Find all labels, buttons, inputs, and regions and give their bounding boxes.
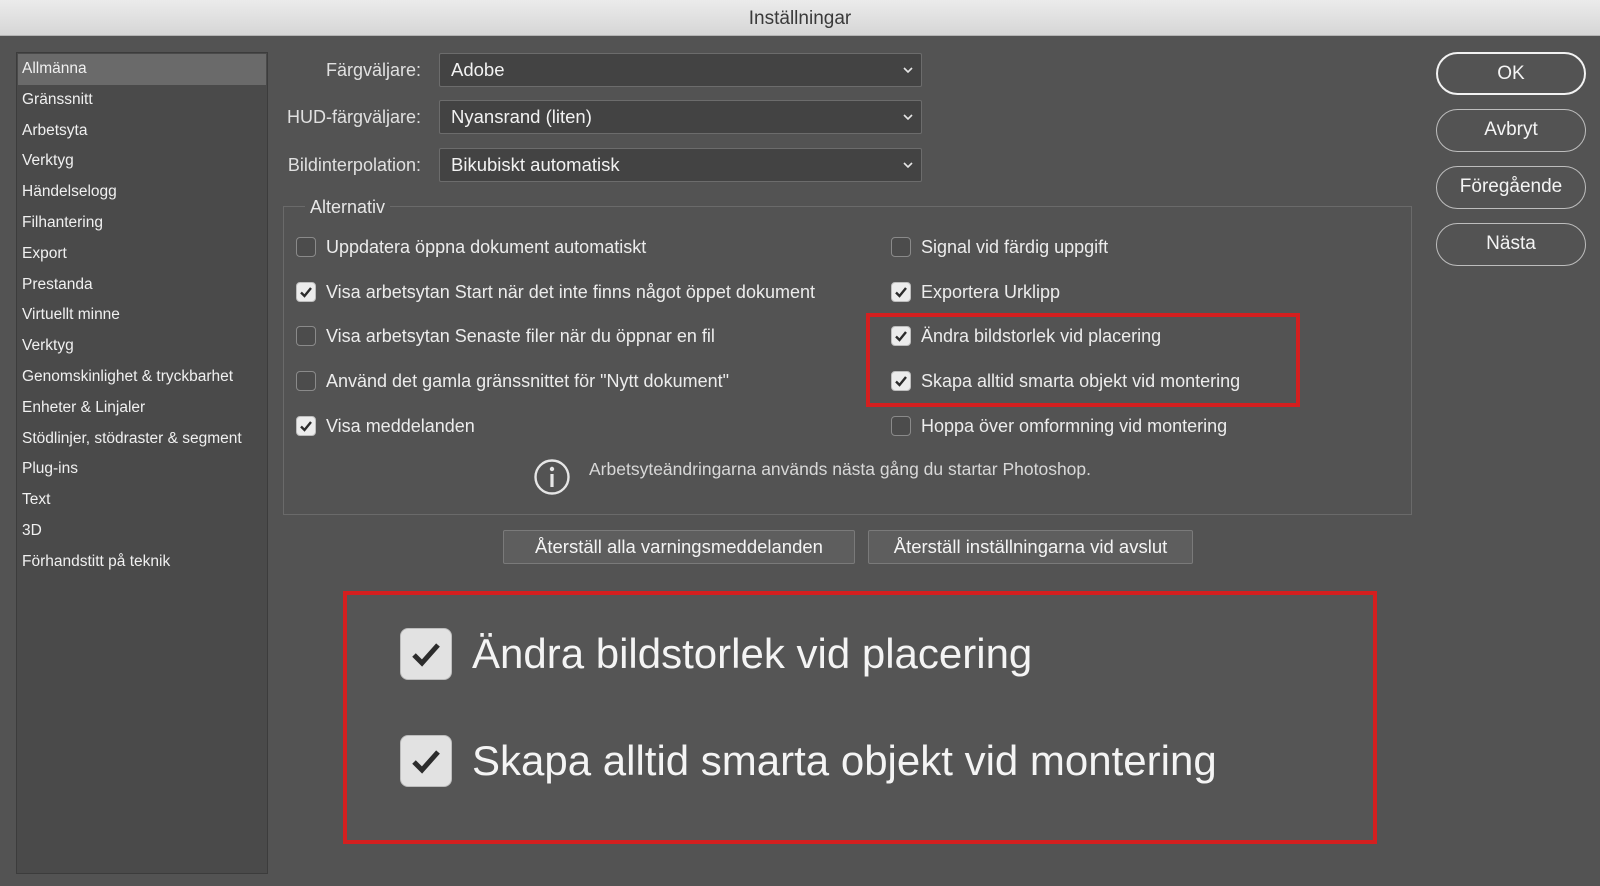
option-show-recent-files-workspace[interactable]: Visa arbetsytan Senaste filer när du öpp…: [296, 324, 715, 348]
option-label: Signal vid färdig uppgift: [921, 236, 1109, 257]
next-button[interactable]: Nästa: [1436, 223, 1586, 266]
chevron-down-icon: [903, 114, 913, 121]
sidebar-item-type[interactable]: Text: [17, 485, 267, 516]
sidebar-item-scratch-disks[interactable]: Virtuellt minne: [17, 300, 267, 331]
option-label: Visa arbetsytan Start när det inte finns…: [326, 281, 815, 302]
ok-button[interactable]: OK: [1436, 52, 1586, 95]
info-icon: [534, 459, 570, 495]
option-export-clipboard[interactable]: Exportera Urklipp: [891, 280, 1060, 304]
checkbox[interactable]: [296, 326, 316, 346]
sidebar-item-transparency-gamut[interactable]: Genomskinlighet & tryckbarhet: [17, 362, 267, 393]
checkbox[interactable]: [296, 371, 316, 391]
preferences-sidebar: Allmänna Gränssnitt Arbetsyta Verktyg Hä…: [16, 52, 268, 874]
checkmark-icon: [300, 421, 312, 432]
checkbox[interactable]: [891, 237, 911, 257]
sidebar-item-cursors[interactable]: Verktyg: [17, 331, 267, 362]
callout-option-resize-image: Ändra bildstorlek vid placering: [400, 628, 1032, 680]
option-label: Hoppa över omformning vid montering: [921, 415, 1228, 436]
option-beep-when-done[interactable]: Signal vid färdig uppgift: [891, 235, 1108, 259]
checkbox: [400, 628, 452, 680]
option-label: Visa meddelanden: [326, 415, 475, 436]
window-title: Inställningar: [0, 0, 1600, 36]
color-picker-label: Färgväljare:: [325, 60, 421, 80]
option-show-messages[interactable]: Visa meddelanden: [296, 414, 475, 438]
sidebar-item-units-rulers[interactable]: Enheter & Linjaler: [17, 393, 267, 424]
option-legacy-new-document[interactable]: Använd det gamla gränssnittet för "Nytt …: [296, 369, 729, 393]
option-show-start-workspace[interactable]: Visa arbetsytan Start när det inte finns…: [296, 280, 815, 304]
zoomed-callout: Ändra bildstorlek vid placering Skapa al…: [343, 591, 1377, 844]
interpolation-value: Bikubiskt automatisk: [451, 154, 620, 175]
cancel-button[interactable]: Avbryt: [1436, 109, 1586, 152]
sidebar-item-technology-previews[interactable]: Förhandstitt på teknik: [17, 547, 267, 578]
sidebar-item-export[interactable]: Export: [17, 239, 267, 270]
checkbox[interactable]: [296, 416, 316, 436]
interpolation-label: Bildinterpolation:: [287, 155, 421, 175]
sidebar-item-performance[interactable]: Prestanda: [17, 270, 267, 301]
checkbox: [400, 735, 452, 787]
sidebar-item-3d[interactable]: 3D: [17, 516, 267, 547]
option-label: Använd det gamla gränssnittet för "Nytt …: [326, 370, 729, 391]
checkmark-icon: [895, 287, 907, 298]
option-label: Exportera Urklipp: [921, 281, 1061, 302]
option-auto-update-documents[interactable]: Uppdatera öppna dokument automatiskt: [296, 235, 646, 259]
sidebar-item-general[interactable]: Allmänna: [18, 54, 266, 85]
chevron-down-icon: [903, 162, 913, 169]
option-label: Uppdatera öppna dokument automatiskt: [326, 236, 647, 257]
color-picker-select[interactable]: Adobe: [439, 53, 922, 87]
highlight-box: [866, 313, 1300, 407]
callout-label: Ändra bildstorlek vid placering: [472, 630, 1033, 677]
checkbox[interactable]: [296, 237, 316, 257]
hud-color-picker-select[interactable]: Nyansrand (liten): [439, 100, 922, 134]
sidebar-item-interface[interactable]: Gränssnitt: [17, 85, 267, 116]
callout-option-smart-objects: Skapa alltid smarta objekt vid montering: [400, 735, 1217, 787]
color-picker-value: Adobe: [451, 59, 505, 80]
reset-warnings-button[interactable]: Återställ alla varningsmeddelanden: [503, 530, 855, 564]
sidebar-item-guides-grid-slices[interactable]: Stödlinjer, stödraster & segment: [17, 424, 267, 455]
checkmark-icon: [300, 287, 312, 298]
options-group-title: Alternativ: [305, 195, 391, 219]
sidebar-item-history-log[interactable]: Händelselogg: [17, 177, 267, 208]
hud-color-picker-row: HUD-färgväljare: Nyansrand (liten): [280, 100, 922, 134]
sidebar-item-workspace[interactable]: Arbetsyta: [17, 116, 267, 147]
info-text: Arbetsyteändringarna används nästa gång …: [589, 459, 1092, 479]
info-message: Arbetsyteändringarna används nästa gång …: [533, 458, 1091, 496]
chevron-down-icon: [903, 67, 913, 74]
sidebar-item-file-handling[interactable]: Filhantering: [17, 208, 267, 239]
checkbox[interactable]: [891, 416, 911, 436]
checkmark-icon: [412, 643, 440, 667]
interpolation-row: Bildinterpolation: Bikubiskt automatisk: [280, 148, 922, 182]
sidebar-item-plugins[interactable]: Plug-ins: [17, 454, 267, 485]
hud-color-picker-value: Nyansrand (liten): [451, 106, 592, 127]
reset-on-quit-button[interactable]: Återställ inställningarna vid avslut: [868, 530, 1193, 564]
callout-label: Skapa alltid smarta objekt vid montering: [472, 737, 1217, 784]
checkmark-icon: [412, 750, 440, 774]
option-label: Visa arbetsytan Senaste filer när du öpp…: [326, 325, 715, 346]
hud-color-picker-label: HUD-färgväljare:: [286, 107, 421, 127]
checkbox[interactable]: [296, 282, 316, 302]
checkbox[interactable]: [891, 282, 911, 302]
interpolation-select[interactable]: Bikubiskt automatisk: [439, 148, 922, 182]
sidebar-item-tools[interactable]: Verktyg: [17, 146, 267, 177]
color-picker-row: Färgväljare: Adobe: [280, 53, 922, 87]
previous-button[interactable]: Föregående: [1436, 166, 1586, 209]
option-skip-transform-on-place[interactable]: Hoppa över omformning vid montering: [891, 414, 1227, 438]
